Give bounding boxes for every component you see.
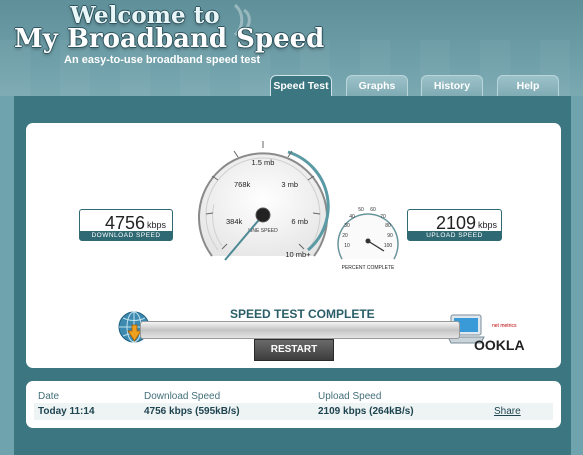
percent-tick-label: 100 <box>384 243 393 249</box>
line-speed-label: LINE SPEED <box>248 228 278 234</box>
line-speed-gauge: 384k 768k 1.5 mb 3 mb 6 mb 10 mb+ LINE S… <box>198 141 330 261</box>
gauge-tick-label: 3 mb <box>281 180 298 189</box>
percent-tick-label: 60 <box>370 207 376 213</box>
percent-tick-label: 30 <box>344 223 350 229</box>
percent-tick-label: 20 <box>342 233 348 239</box>
page-title-line2: My Broadband Speed <box>14 24 325 54</box>
gauge-tick-label: 384k <box>226 217 243 226</box>
header: Welcome to My Broadband Speed An easy-to… <box>0 0 583 97</box>
progress-bar-fill <box>141 322 459 338</box>
tab-graphs[interactable]: Graphs <box>346 75 408 97</box>
results-header-upload: Upload Speed <box>318 391 382 402</box>
results-header-download: Download Speed <box>144 391 221 402</box>
download-unit: kbps <box>147 220 167 230</box>
tab-history[interactable]: History <box>421 75 483 97</box>
percent-tick-label: 90 <box>387 233 393 239</box>
progress-bar <box>140 321 460 339</box>
gauge-tick-label: 6 mb <box>291 217 308 226</box>
percent-hub <box>365 238 371 244</box>
ookla-logo: OOKLA <box>474 337 525 353</box>
gauge-tick-label: 10 mb+ <box>285 250 311 259</box>
tab-help[interactable]: Help <box>497 75 559 97</box>
upload-speed-box: 2109 kbps UPLOAD SPEED <box>407 209 502 241</box>
download-label: DOWNLOAD SPEED <box>80 231 172 240</box>
net-metrics-text: net metrics <box>492 323 517 329</box>
share-link[interactable]: Share <box>494 406 521 417</box>
percent-tick-label: 40 <box>349 214 355 220</box>
percent-tick-label: 50 <box>358 207 364 213</box>
tab-speed-test[interactable]: Speed Test <box>270 75 332 97</box>
tagline: An easy-to-use broadband speed test <box>64 54 261 66</box>
gauge-tick-label: 1.5 mb <box>252 158 275 167</box>
gauge-hub <box>255 207 271 223</box>
table-row <box>34 403 553 420</box>
gauge-tick-label: 768k <box>234 180 251 189</box>
result-date: Today 11:14 <box>38 406 95 417</box>
result-upload: 2109 kbps (264kB/s) <box>318 406 414 417</box>
result-download: 4756 kbps (595kB/s) <box>144 406 240 417</box>
percent-complete-label: PERCENT COMPLETE <box>342 265 395 271</box>
status-text: SPEED TEST COMPLETE <box>230 307 375 321</box>
percent-tick-label: 80 <box>385 223 391 229</box>
percent-complete-gauge: 10 20 30 40 50 60 70 80 90 100 PERCENT C… <box>337 207 399 271</box>
percent-tick-label: 70 <box>380 214 386 220</box>
restart-button[interactable]: RESTART <box>254 339 334 361</box>
percent-tick-label: 10 <box>344 243 350 249</box>
results-header-date: Date <box>38 391 60 402</box>
download-speed-box: 4756 kbps DOWNLOAD SPEED <box>79 209 173 241</box>
upload-unit: kbps <box>478 220 498 230</box>
upload-label: UPLOAD SPEED <box>408 231 501 240</box>
results-table: Date Download Speed Upload Speed Today 1… <box>26 381 561 428</box>
